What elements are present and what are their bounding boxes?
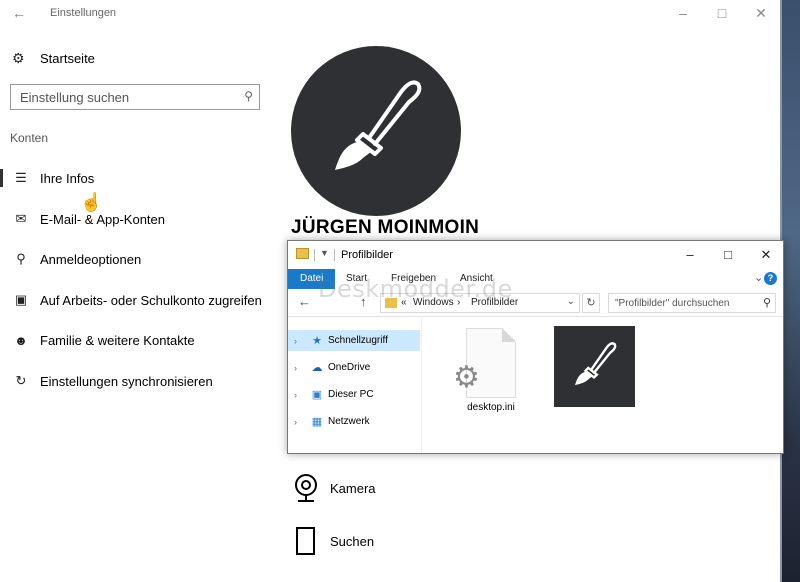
nav-item-label: Auf Arbeits- oder Schulkonto zugreifen — [40, 292, 262, 308]
chevron-right-icon[interactable]: › — [294, 336, 304, 346]
address-bar[interactable]: « Windows › Profilbilder ⌄ — [380, 293, 580, 313]
chevron-right-icon[interactable]: › — [294, 363, 304, 373]
nav-item-label: Anmeldeoptionen — [40, 251, 142, 267]
star-icon: ★ — [312, 335, 322, 347]
nav-item-label: Familie & weitere Kontakte — [40, 332, 195, 348]
minimize-button[interactable]: – — [675, 244, 705, 266]
file-item-desktop-ini[interactable]: ⚙ desktop.ini — [449, 328, 533, 413]
settings-search-input[interactable] — [20, 88, 235, 106]
up-arrow-icon[interactable]: ↑ — [360, 294, 367, 309]
file-list: ⚙ desktop.ini — [423, 318, 783, 453]
maximize-button[interactable]: □ — [713, 244, 743, 266]
tab-ansicht[interactable]: Ansicht — [450, 269, 503, 289]
explorer-title-bar: ▼ Profilbilder – □ ✕ — [288, 241, 783, 269]
ribbon: Datei Start Freigeben Ansicht ⌄ ? — [288, 269, 783, 289]
explorer-title: Profilbilder — [341, 249, 393, 261]
breadcrumb-windows[interactable]: Windows — [413, 297, 454, 308]
person-card-icon: ☰ — [15, 170, 27, 185]
chevron-down-icon[interactable]: ⌄ — [754, 271, 763, 284]
file-label: desktop.ini — [467, 402, 515, 413]
nav-item-ihre-infos[interactable]: ☰ Ihre Infos — [0, 167, 270, 189]
nav-item-dieser-pc[interactable]: › ▣ Dieser PC — [288, 384, 420, 405]
cloud-icon: ☁ — [311, 362, 323, 374]
file-item-profile-image[interactable] — [554, 326, 635, 407]
settings-file-icon: ⚙ — [453, 328, 516, 398]
nav-item-familie-kontakte[interactable]: ☻ Familie & weitere Kontakte — [0, 329, 270, 351]
settings-search-box[interactable]: ⚲ — [10, 84, 260, 110]
nav-item-arbeits-schulkonto[interactable]: ▣ Auf Arbeits- oder Schulkonto zugreifen — [0, 289, 270, 311]
person-add-icon: ☻ — [14, 332, 28, 348]
document-icon — [293, 526, 319, 556]
folder-icon — [296, 248, 309, 259]
back-arrow-icon[interactable]: ← — [12, 4, 30, 22]
camera-label: Kamera — [330, 480, 376, 496]
network-icon: ▦ — [311, 416, 323, 428]
window-title: Einstellungen — [50, 7, 117, 19]
selection-indicator — [0, 169, 3, 187]
back-arrow-icon[interactable]: ← — [298, 294, 311, 309]
nav-label: Netzwerk — [328, 416, 370, 427]
nav-item-email-app-konten[interactable]: ✉ E-Mail- & App-Konten — [0, 208, 270, 230]
section-label: Konten — [10, 131, 49, 145]
nav-item-anmeldeoptionen[interactable]: ⚲ Anmeldeoptionen — [0, 248, 270, 270]
home-link[interactable]: ⚙ Startseite — [12, 48, 95, 68]
address-row: ← ↑ « Windows › Profilbilder ⌄ ↻ ⚲ — [288, 289, 783, 317]
breadcrumb-profilbilder[interactable]: Profilbilder — [471, 297, 518, 308]
divider — [334, 249, 335, 261]
navigation-pane: › ★ Schnellzugriff › ☁ OneDrive › ▣ Dies… — [288, 318, 422, 453]
breadcrumb-separator: « — [401, 297, 407, 308]
tab-start[interactable]: Start — [336, 269, 377, 289]
brush-image-thumbnail — [554, 326, 635, 407]
nav-item-schnellzugriff[interactable]: › ★ Schnellzugriff — [288, 330, 420, 351]
mail-icon: ✉ — [15, 211, 27, 226]
help-icon[interactable]: ? — [764, 272, 777, 285]
nav-item-netzwerk[interactable]: › ▦ Netzwerk — [288, 411, 420, 432]
folder-icon — [385, 298, 397, 308]
nav-item-label: E-Mail- & App-Konten — [40, 211, 166, 227]
webcam-icon — [293, 473, 319, 503]
hand-cursor-icon: ☝ — [80, 192, 103, 212]
nav-label: Dieser PC — [328, 389, 374, 400]
browse-label: Suchen — [330, 533, 375, 549]
close-button[interactable]: ✕ — [746, 2, 776, 24]
key-icon: ⚲ — [16, 251, 26, 266]
nav-label: Schnellzugriff — [328, 335, 388, 346]
user-name: JÜRGEN MOINMOIN — [291, 217, 480, 238]
gear-icon: ⚙ — [12, 49, 25, 66]
avatar — [291, 46, 461, 216]
paintbrush-icon — [335, 80, 422, 170]
home-label: Startseite — [40, 50, 95, 66]
explorer-search-input[interactable] — [615, 296, 755, 310]
nav-item-label: Einstellungen synchronisieren — [40, 373, 213, 389]
search-icon[interactable]: ⚲ — [244, 89, 253, 103]
tab-freigeben[interactable]: Freigeben — [381, 269, 446, 289]
close-button[interactable]: ✕ — [751, 244, 781, 266]
search-icon[interactable]: ⚲ — [763, 296, 771, 309]
title-bar: ← Einstellungen – □ ✕ — [0, 0, 782, 26]
file-explorer-window: ▼ Profilbilder – □ ✕ Datei Start Freigeb… — [287, 240, 784, 454]
nav-label: OneDrive — [328, 362, 371, 373]
sync-icon: ↻ — [15, 373, 27, 388]
divider — [314, 249, 315, 261]
camera-link[interactable]: Kamera — [293, 473, 376, 503]
chevron-right-icon[interactable]: › — [294, 417, 304, 427]
maximize-button[interactable]: □ — [707, 2, 737, 24]
desktop-wallpaper — [782, 0, 800, 582]
refresh-button[interactable]: ↻ — [582, 293, 600, 313]
monitor-icon: ▣ — [311, 389, 323, 401]
chevron-down-icon[interactable]: ⌄ — [567, 296, 575, 307]
explorer-search-box[interactable]: ⚲ — [608, 293, 776, 313]
nav-item-label: Ihre Infos — [40, 170, 95, 186]
nav-item-synchronisieren[interactable]: ↻ Einstellungen synchronisieren — [0, 370, 270, 392]
quick-access-dropdown-icon[interactable]: ▼ — [320, 248, 329, 258]
chevron-right-icon[interactable]: › — [294, 390, 304, 400]
browse-link[interactable]: Suchen — [293, 526, 374, 556]
minimize-button[interactable]: – — [668, 2, 698, 24]
nav-item-onedrive[interactable]: › ☁ OneDrive — [288, 357, 420, 378]
briefcase-icon: ▣ — [14, 292, 28, 307]
gear-icon: ⚙ — [453, 361, 480, 394]
breadcrumb-separator: › — [457, 297, 461, 308]
tab-datei[interactable]: Datei — [288, 269, 336, 289]
